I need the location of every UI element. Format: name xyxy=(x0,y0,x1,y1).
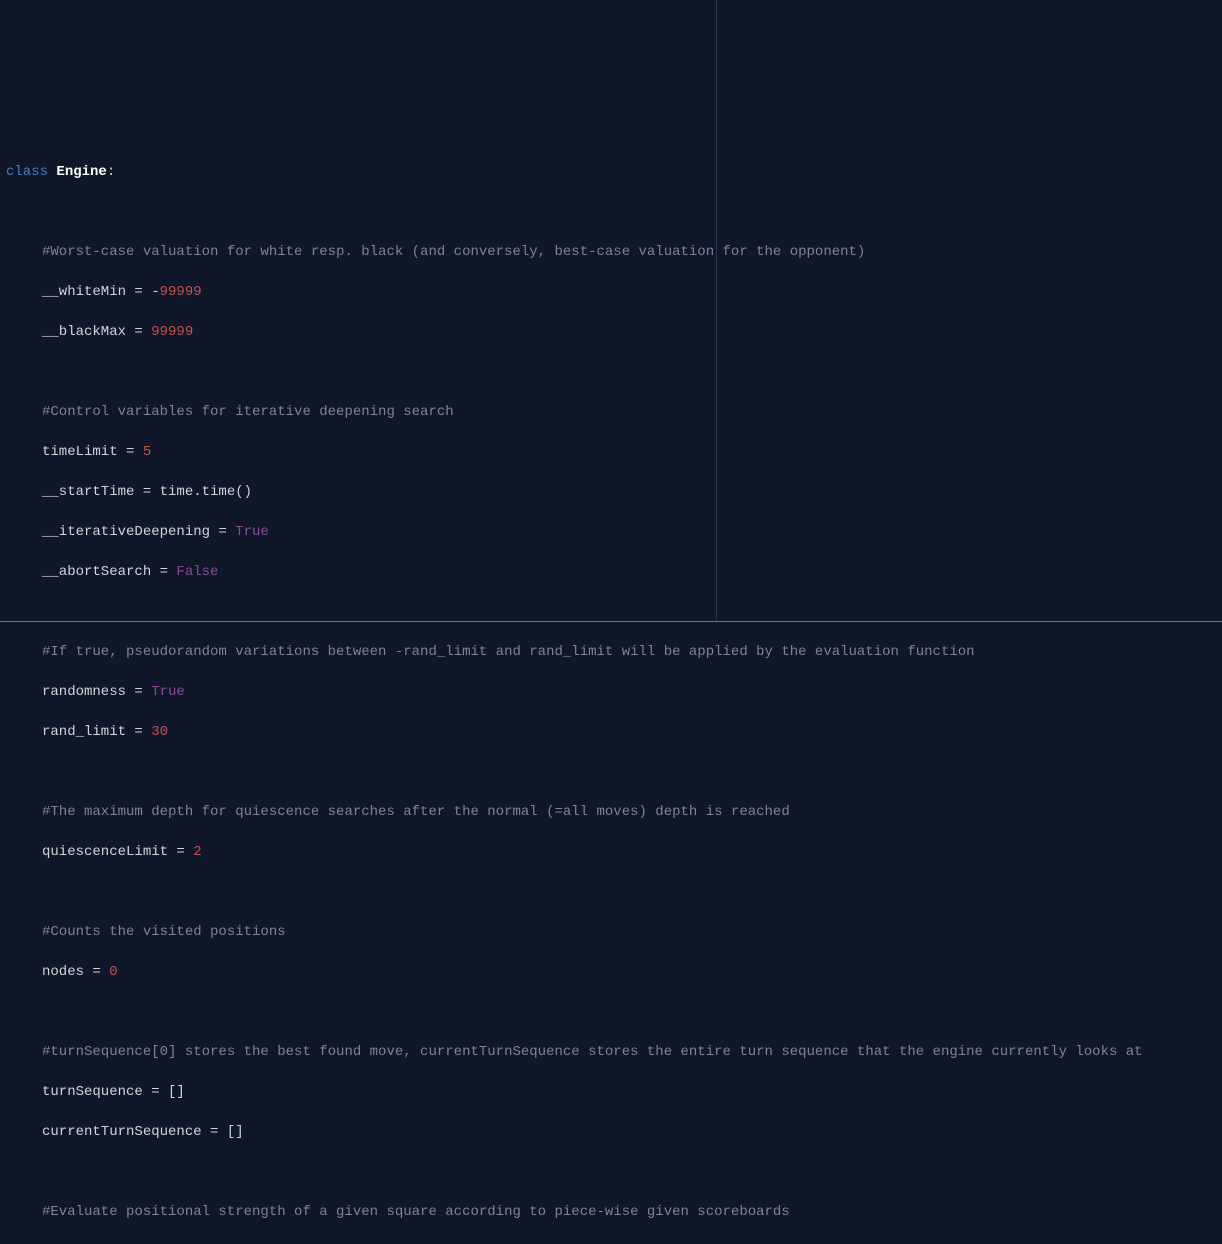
number: 99999 xyxy=(160,284,202,300)
keyword: class xyxy=(6,164,56,180)
comment: #If true, pseudorandom variations betwee… xyxy=(42,644,975,660)
number: 30 xyxy=(151,724,168,740)
identifier: __abortSearch = xyxy=(42,564,176,580)
class-name: Engine xyxy=(56,164,106,180)
boolean: True xyxy=(235,524,269,540)
punctuation: : xyxy=(107,164,115,180)
code-line[interactable]: __startTime = time.time() xyxy=(6,482,1222,502)
code-line[interactable]: __iterativeDeepening = True xyxy=(6,522,1222,542)
comment: #Counts the visited positions xyxy=(42,924,286,940)
identifier: __blackMax = xyxy=(42,324,151,340)
code-line[interactable]: #Worst-case valuation for white resp. bl… xyxy=(6,242,1222,262)
identifier: rand_limit = xyxy=(42,724,151,740)
code-line[interactable]: timeLimit = 5 xyxy=(6,442,1222,462)
code-line-blank[interactable] xyxy=(6,602,1222,622)
comment: #turnSequence[0] stores the best found m… xyxy=(42,1044,1143,1060)
code-line[interactable]: #Evaluate positional strength of a given… xyxy=(6,1202,1222,1222)
code-line[interactable]: def evaluatePositioning(self, board, x, … xyxy=(6,1242,1222,1244)
code-line-blank[interactable] xyxy=(6,1162,1222,1182)
code-line[interactable]: #Control variables for iterative deepeni… xyxy=(6,402,1222,422)
code-line-blank[interactable] xyxy=(6,202,1222,222)
code-line[interactable]: currentTurnSequence = [] xyxy=(6,1122,1222,1142)
identifier: __startTime = time.time() xyxy=(42,484,252,500)
boolean: False xyxy=(176,564,218,580)
identifier: __whiteMin = - xyxy=(42,284,160,300)
number: 99999 xyxy=(151,324,193,340)
code-line[interactable]: class Engine: xyxy=(6,162,1222,182)
code-editor-content[interactable]: class Engine: #Worst-case valuation for … xyxy=(0,140,1222,1244)
identifier: currentTurnSequence = [] xyxy=(42,1124,244,1140)
code-line[interactable]: #The maximum depth for quiescence search… xyxy=(6,802,1222,822)
number: 5 xyxy=(143,444,151,460)
boolean: True xyxy=(151,684,185,700)
editor-ruler xyxy=(716,0,717,622)
code-line[interactable]: __blackMax = 99999 xyxy=(6,322,1222,342)
code-line-blank[interactable] xyxy=(6,762,1222,782)
code-line[interactable]: __abortSearch = False xyxy=(6,562,1222,582)
identifier: turnSequence = [] xyxy=(42,1084,185,1100)
identifier: randomness = xyxy=(42,684,151,700)
code-line[interactable]: nodes = 0 xyxy=(6,962,1222,982)
identifier: nodes = xyxy=(42,964,109,980)
number: 0 xyxy=(109,964,117,980)
code-line-blank[interactable] xyxy=(6,362,1222,382)
code-line[interactable]: turnSequence = [] xyxy=(6,1082,1222,1102)
code-line[interactable]: quiescenceLimit = 2 xyxy=(6,842,1222,862)
code-line-blank[interactable] xyxy=(6,1002,1222,1022)
code-line[interactable]: #If true, pseudorandom variations betwee… xyxy=(6,642,1222,662)
code-line[interactable]: #Counts the visited positions xyxy=(6,922,1222,942)
number: 2 xyxy=(193,844,201,860)
comment: #Worst-case valuation for white resp. bl… xyxy=(42,244,865,260)
code-line-blank[interactable] xyxy=(6,882,1222,902)
code-line[interactable]: #turnSequence[0] stores the best found m… xyxy=(6,1042,1222,1062)
identifier: quiescenceLimit = xyxy=(42,844,193,860)
code-line[interactable]: rand_limit = 30 xyxy=(6,722,1222,742)
identifier: timeLimit = xyxy=(42,444,143,460)
comment: #Evaluate positional strength of a given… xyxy=(42,1204,790,1220)
identifier: __iterativeDeepening = xyxy=(42,524,235,540)
comment: #The maximum depth for quiescence search… xyxy=(42,804,790,820)
code-line[interactable]: __whiteMin = -99999 xyxy=(6,282,1222,302)
comment: #Control variables for iterative deepeni… xyxy=(42,404,454,420)
code-line[interactable]: randomness = True xyxy=(6,682,1222,702)
